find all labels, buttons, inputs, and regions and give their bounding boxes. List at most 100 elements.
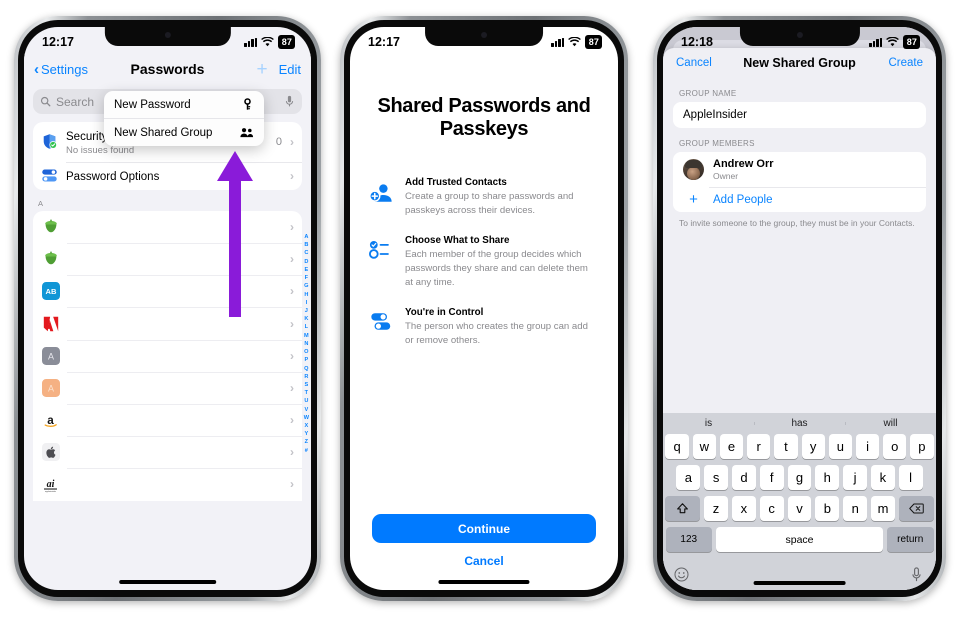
key-v[interactable]: v	[787, 496, 812, 521]
key-k[interactable]: k	[870, 465, 895, 490]
index-letter[interactable]: #	[305, 447, 308, 455]
index-letter[interactable]: A	[304, 233, 308, 241]
list-item[interactable]: ›	[33, 307, 302, 339]
prediction-chip[interactable]: will	[845, 418, 936, 429]
key-o[interactable]: o	[883, 434, 907, 459]
index-letter[interactable]: P	[304, 356, 308, 364]
acorn-green-icon	[41, 250, 60, 269]
letter-a-gray-icon: A	[41, 346, 60, 365]
index-letter[interactable]: X	[304, 422, 308, 430]
list-item[interactable]: AB ›	[33, 275, 302, 307]
key-p[interactable]: p	[910, 434, 934, 459]
space-key[interactable]: space	[716, 527, 883, 552]
index-letter[interactable]: H	[304, 291, 308, 299]
key-y[interactable]: y	[801, 434, 825, 459]
key-z[interactable]: z	[704, 496, 728, 521]
create-button[interactable]: Create	[888, 57, 923, 69]
key-j[interactable]: j	[843, 465, 867, 490]
key-u[interactable]: u	[828, 434, 852, 459]
edit-button[interactable]: Edit	[279, 62, 301, 77]
prediction-chip[interactable]: is	[663, 418, 754, 429]
backspace-icon[interactable]	[898, 496, 934, 521]
key-g[interactable]: g	[787, 465, 812, 490]
index-letter[interactable]: L	[305, 323, 308, 331]
microphone-icon[interactable]	[284, 95, 295, 108]
index-letter[interactable]: B	[304, 241, 308, 249]
list-item[interactable]: A ›	[33, 339, 302, 372]
index-letter[interactable]: Q	[304, 365, 308, 373]
alphabet-index[interactable]: A B C D E F G H I J K L M N O P Q R S T …	[304, 233, 309, 455]
passwords-list: › › AB › › A › A › a › › ai appleinsider…	[33, 210, 302, 501]
index-letter[interactable]: N	[304, 340, 308, 348]
key-i[interactable]: i	[855, 434, 880, 459]
key-e[interactable]: e	[719, 434, 744, 459]
row-password-options[interactable]: Password Options ›	[33, 161, 302, 190]
key-b[interactable]: b	[815, 496, 840, 521]
key-h[interactable]: h	[815, 465, 840, 490]
index-letter[interactable]: D	[304, 258, 308, 266]
key-a[interactable]: a	[676, 465, 701, 490]
menu-item-new-shared-group[interactable]: New Shared Group	[104, 118, 264, 146]
index-letter[interactable]: M	[304, 332, 309, 340]
key-d[interactable]: d	[732, 465, 756, 490]
return-key[interactable]: return	[886, 527, 934, 552]
index-letter[interactable]: W	[304, 414, 309, 422]
key-q[interactable]: q	[665, 434, 689, 459]
list-item[interactable]: ›	[33, 436, 302, 468]
member-row[interactable]: Andrew Orr Owner	[673, 152, 926, 187]
issue-count: 0	[275, 135, 282, 148]
index-letter[interactable]: V	[304, 406, 308, 414]
index-letter[interactable]: Y	[304, 430, 308, 438]
index-letter[interactable]: R	[304, 373, 308, 381]
microphone-icon[interactable]	[910, 566, 925, 582]
group-members-label: GROUP MEMBERS	[679, 139, 755, 148]
continue-button[interactable]: Continue	[372, 514, 596, 543]
add-people-row[interactable]: + Add People	[673, 187, 926, 212]
index-letter[interactable]: S	[304, 381, 308, 389]
list-item[interactable]: ›	[33, 243, 302, 275]
phone3-bezel: 12:18 87 Cancel New Shared Group Create …	[657, 20, 942, 597]
menu-item-label: New Shared Group	[114, 126, 213, 139]
checklist-icon	[368, 234, 394, 259]
key-x[interactable]: x	[731, 496, 756, 521]
index-letter[interactable]: O	[304, 348, 308, 356]
key-m[interactable]: m	[871, 496, 895, 521]
list-item[interactable]: ai appleinsider ›	[33, 468, 302, 500]
index-letter[interactable]: G	[304, 282, 308, 290]
list-item[interactable]: ›	[33, 211, 302, 243]
index-letter[interactable]: C	[304, 249, 308, 257]
list-item[interactable]: A ›	[33, 371, 302, 404]
key-n[interactable]: n	[843, 496, 868, 521]
wifi-icon	[261, 37, 275, 47]
feature-text: You're in Control The person who creates…	[405, 306, 598, 348]
prediction-chip[interactable]: has	[754, 418, 845, 429]
row-subtitle: No issues found	[66, 145, 135, 156]
index-letter[interactable]: E	[304, 266, 308, 274]
emoji-icon[interactable]	[674, 566, 689, 582]
index-letter[interactable]: T	[305, 389, 308, 397]
index-letter[interactable]: J	[305, 307, 308, 315]
menu-item-new-password[interactable]: New Password	[104, 91, 264, 118]
group-name-input[interactable]: AppleInsider	[673, 102, 926, 128]
index-letter[interactable]: K	[304, 315, 308, 323]
index-letter[interactable]: F	[305, 274, 308, 282]
key-r[interactable]: r	[747, 434, 771, 459]
key-c[interactable]: c	[759, 496, 784, 521]
index-letter[interactable]: U	[304, 397, 308, 405]
cancel-button[interactable]: Cancel	[372, 554, 596, 568]
key-f[interactable]: f	[759, 465, 784, 490]
index-letter[interactable]: Z	[305, 438, 308, 446]
shift-icon[interactable]	[665, 496, 701, 521]
battery-indicator: 87	[903, 35, 920, 49]
key-s[interactable]: s	[704, 465, 729, 490]
list-item[interactable]: a ›	[33, 404, 302, 436]
key-t[interactable]: t	[774, 434, 798, 459]
numbers-key[interactable]: 123	[665, 527, 713, 552]
key-l[interactable]: l	[898, 465, 923, 490]
add-password-button[interactable]: +	[256, 60, 267, 79]
svg-text:A: A	[47, 351, 53, 361]
key-w[interactable]: w	[692, 434, 716, 459]
row-text: Password Options	[66, 167, 282, 185]
index-letter[interactable]: I	[306, 299, 308, 307]
wifi-icon	[886, 37, 900, 47]
